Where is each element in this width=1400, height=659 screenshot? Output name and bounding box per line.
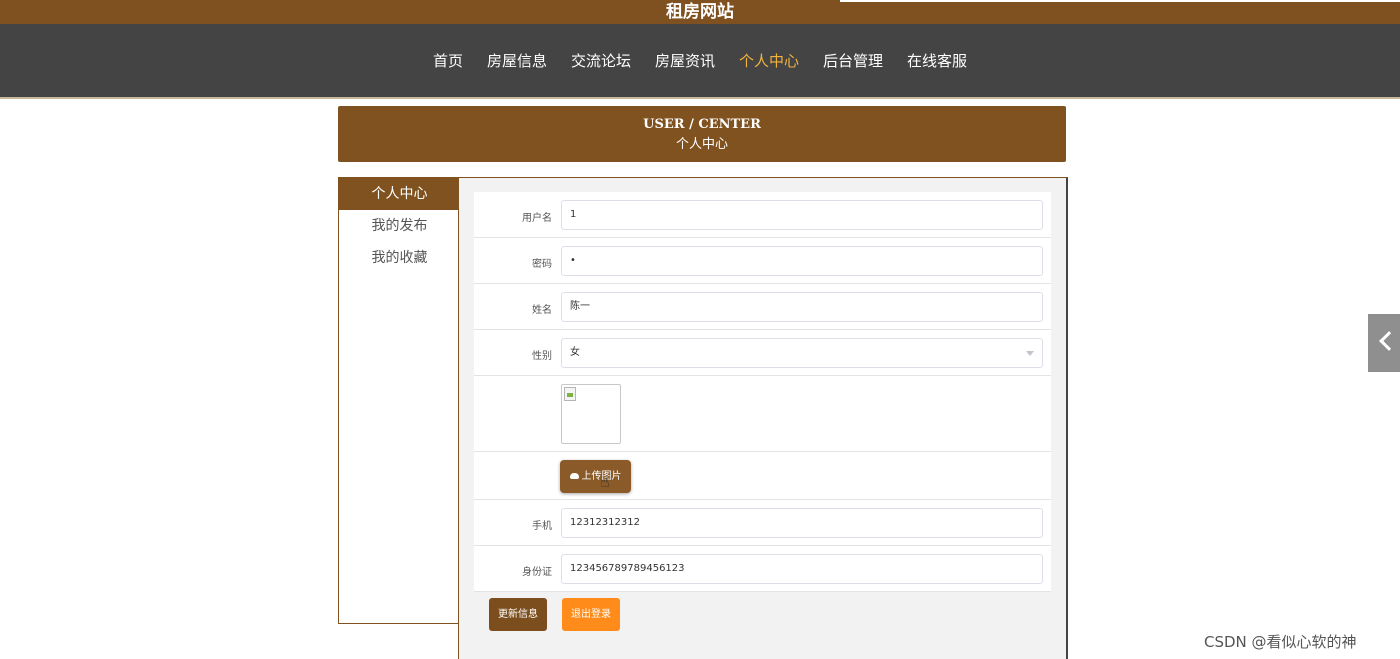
username-input[interactable]: 1 (561, 200, 1043, 230)
form-row-phone: 手机 12312312312 (474, 500, 1051, 546)
chevron-down-icon (1026, 351, 1034, 356)
password-input[interactable]: • (561, 246, 1043, 276)
form-row-gender: 性别 女 (474, 330, 1051, 376)
user-sidebar: 个人中心 我的发布 我的收藏 (338, 177, 460, 624)
username-label: 用户名 (522, 213, 552, 224)
nav-list: 首页 房屋信息 交流论坛 房屋资讯 个人中心 后台管理 在线客服 (0, 24, 1400, 99)
form-row-id-card: 身份证 123456789789456123 (474, 546, 1051, 592)
nav-item-user-center[interactable]: 个人中心 (727, 24, 811, 99)
form-row-username: 用户名 1 (474, 192, 1051, 238)
profile-panel: 用户名 1 密码 • 姓名 陈一 性别 女 上传图片 手机 1231231231… (458, 177, 1068, 659)
nav-item-online-service[interactable]: 在线客服 (895, 24, 979, 99)
gender-select[interactable]: 女 (561, 338, 1043, 368)
form-row-avatar (474, 376, 1051, 452)
password-label: 密码 (532, 259, 552, 270)
nav-item-home[interactable]: 首页 (421, 24, 475, 99)
gender-label: 性别 (532, 351, 552, 362)
sidebar-item-my-posts[interactable]: 我的发布 (339, 210, 460, 242)
name-input[interactable]: 陈一 (561, 292, 1043, 322)
banner-title-cn: 个人中心 (675, 137, 728, 152)
site-title: 租房网站 (666, 2, 734, 22)
site-header: 租房网站 (0, 0, 1400, 24)
sidebar-item-my-favorites[interactable]: 我的收藏 (339, 242, 460, 274)
main-nav: 首页 房屋信息 交流论坛 房屋资讯 个人中心 后台管理 在线客服 (0, 24, 1400, 99)
page-banner: USER / CENTER 个人中心 (338, 106, 1066, 162)
nav-item-house-news[interactable]: 房屋资讯 (643, 24, 727, 99)
upload-image-button[interactable]: 上传图片 (560, 460, 631, 493)
name-label: 姓名 (532, 305, 552, 316)
nav-item-house-info[interactable]: 房屋信息 (475, 24, 559, 99)
phone-input[interactable]: 12312312312 (561, 508, 1043, 538)
id-card-label: 身份证 (522, 567, 552, 578)
broken-image-icon (564, 387, 576, 401)
avatar-image (561, 384, 621, 444)
chevron-left-icon (1379, 331, 1399, 351)
gender-select-value: 女 (570, 347, 580, 358)
profile-form: 用户名 1 密码 • 姓名 陈一 性别 女 上传图片 手机 1231231231… (474, 192, 1051, 592)
form-row-upload: 上传图片 (474, 452, 1051, 500)
side-collapse-tab[interactable] (1368, 314, 1400, 372)
phone-label: 手机 (532, 521, 552, 532)
form-row-password: 密码 • (474, 238, 1051, 284)
cloud-upload-icon (569, 473, 579, 479)
banner-title-en: USER / CENTER (643, 117, 761, 132)
watermark-text: CSDN @看似心软的神 (1204, 633, 1357, 651)
sidebar-item-user-center[interactable]: 个人中心 (339, 178, 460, 210)
id-card-input[interactable]: 123456789789456123 (561, 554, 1043, 584)
logout-button[interactable]: 退出登录 (562, 598, 620, 631)
update-info-button[interactable]: 更新信息 (489, 598, 547, 631)
form-row-name: 姓名 陈一 (474, 284, 1051, 330)
hand-cursor-icon: ☝ (600, 472, 610, 491)
nav-item-admin[interactable]: 后台管理 (811, 24, 895, 99)
nav-item-forum[interactable]: 交流论坛 (559, 24, 643, 99)
